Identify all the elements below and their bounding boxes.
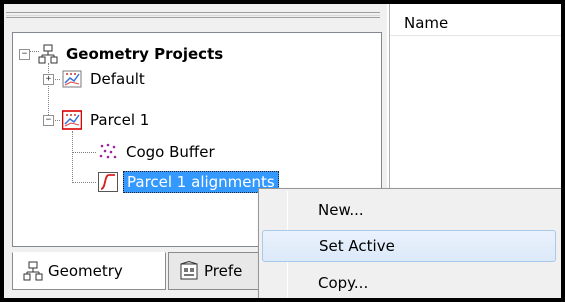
active-geometry-project-icon (62, 110, 82, 130)
tree-line (72, 131, 73, 183)
column-header-label: Name (404, 14, 449, 32)
column-header-name[interactable]: Name (390, 14, 561, 36)
expand-icon[interactable]: + (43, 73, 54, 85)
tab-label: Geometry (48, 262, 123, 280)
panel-grip[interactable] (6, 12, 380, 18)
network-icon (38, 44, 58, 64)
tree-node-label: Parcel 1 (90, 111, 150, 129)
tree-node-parcel-1[interactable]: − Parcel 1 (43, 109, 152, 131)
tree-node-label: Default (90, 70, 145, 88)
app-frame: − Geometry Projects + Default − Parcel 1… (4, 4, 561, 298)
tree-line (73, 152, 96, 153)
network-icon (23, 261, 43, 281)
menu-item-label: Set Active (319, 237, 395, 255)
context-menu: New... Set Active Copy... (258, 188, 561, 298)
menu-item-label: Copy... (318, 274, 369, 292)
tree-node-label: Parcel 1 alignments (123, 171, 279, 193)
geometry-project-icon (62, 70, 82, 88)
collapse-icon[interactable]: − (19, 48, 30, 60)
cogo-points-icon (99, 143, 117, 159)
tree-node-parcel-1-alignments[interactable]: Parcel 1 alignments (98, 171, 279, 193)
tree-node-label: Cogo Buffer (126, 143, 215, 161)
tree-node-default[interactable]: + Default (43, 68, 148, 90)
preferences-icon (180, 261, 198, 280)
tree-line (73, 182, 96, 183)
tree-node-geometry-projects[interactable]: − Geometry Projects (19, 43, 226, 65)
collapse-icon[interactable]: − (43, 114, 54, 126)
menu-item-label: New... (318, 201, 364, 219)
menu-item-set-active[interactable]: Set Active (262, 230, 556, 262)
tab-geometry[interactable]: Geometry (12, 252, 166, 290)
tab-label: Prefe (204, 262, 243, 280)
alignment-icon (98, 172, 118, 192)
tree-node-label: Geometry Projects (66, 45, 224, 63)
menu-item-new[interactable]: New... (262, 194, 556, 226)
menu-item-copy[interactable]: Copy... (262, 267, 556, 298)
tree-node-cogo-buffer[interactable]: Cogo Buffer (98, 141, 218, 163)
